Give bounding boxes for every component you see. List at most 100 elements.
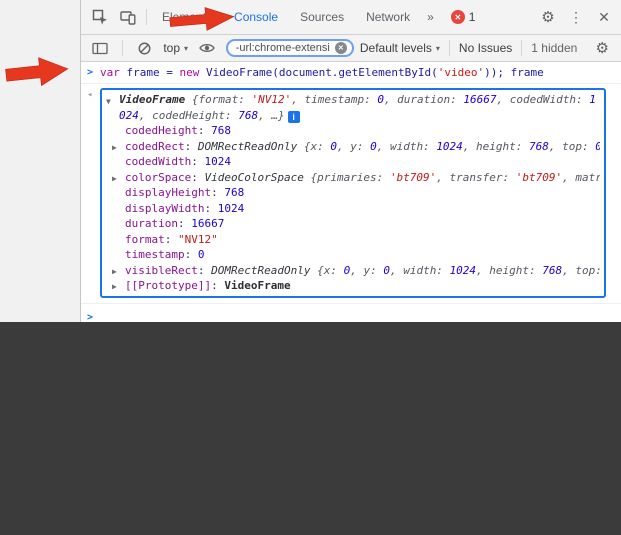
- result-marker-icon: ◂: [87, 90, 93, 100]
- tree-property-row: timestamp: 0: [106, 247, 600, 263]
- property-colon: :: [184, 248, 198, 261]
- property-value: 0: [197, 248, 205, 261]
- expand-arrow-icon[interactable]: ▶: [112, 140, 125, 155]
- command-prompt-icon: >: [87, 67, 94, 78]
- property-value: VideoColorSpace {primaries: 'bt709', tra…: [204, 170, 600, 184]
- tab-label: Console: [234, 9, 279, 24]
- hidden-messages-count[interactable]: 1 hidden: [531, 41, 577, 55]
- devtools-panel: Elements Console Sources Network » ✕ 1 ⚙…: [80, 0, 621, 322]
- tree-property-row: codedWidth: 1024: [106, 154, 600, 170]
- close-devtools-icon[interactable]: ✕: [591, 4, 617, 30]
- more-tabs-icon[interactable]: »: [422, 10, 439, 24]
- clear-console-icon[interactable]: [132, 35, 158, 61]
- expand-arrow-icon[interactable]: ▶: [112, 264, 125, 279]
- console-result-row: ◂ ▼ VideoFrame {format: 'NV12', timestamp…: [81, 84, 621, 304]
- tab-sources[interactable]: Sources: [290, 1, 354, 34]
- object-preview-text: VideoFrame {format: 'NV12', timestamp: 0…: [119, 93, 596, 122]
- info-icon[interactable]: i: [287, 110, 300, 123]
- property-name: timestamp: [125, 248, 185, 261]
- tab-label: Network: [366, 9, 411, 24]
- property-name: colorSpace: [125, 170, 192, 184]
- videoframe-object: ▼ VideoFrame {format: 'NV12', timestamp: …: [100, 88, 606, 298]
- clear-filter-icon[interactable]: ✕: [334, 42, 347, 54]
- device-toolbar-icon[interactable]: [115, 4, 141, 30]
- property-value: DOMRectReadOnly {x: 0, y: 0, width: 1024…: [211, 263, 600, 277]
- property-colon: :: [164, 232, 178, 246]
- tree-property-row: duration: 16667: [106, 216, 600, 232]
- property-value: "NV12": [178, 232, 218, 246]
- log-levels-value: Default levels: [359, 41, 432, 55]
- issues-status[interactable]: No Issues: [459, 41, 512, 55]
- expand-arrow-icon[interactable]: ▶: [112, 279, 125, 294]
- console-messages: > var frame = new VideoFrame(document.ge…: [81, 62, 621, 322]
- command-text: var frame = new VideoFrame(document.getE…: [100, 66, 544, 79]
- tree-property-row: codedHeight: 768: [106, 123, 600, 139]
- error-x-icon: ✕: [450, 10, 465, 24]
- tree-property-row: format: "NV12": [106, 232, 600, 248]
- console-settings-gear-icon[interactable]: ⚙: [589, 35, 615, 61]
- tree-property-row[interactable]: ▶ visibleRect: DOMRectReadOnly {x: 0, y: …: [106, 263, 600, 279]
- tab-network[interactable]: Network: [356, 1, 420, 34]
- error-count: 1: [468, 10, 476, 24]
- kebab-menu-icon[interactable]: ⋮: [563, 4, 589, 30]
- property-colon: :: [204, 201, 218, 215]
- property-name: visibleRect: [125, 263, 198, 277]
- object-preview[interactable]: ▼ VideoFrame {format: 'NV12', timestamp: …: [106, 92, 600, 123]
- console-error-badge[interactable]: ✕ 1: [450, 10, 476, 24]
- console-toolbar: top ▾ -url:chrome-extensi ✕ Default leve…: [81, 35, 621, 62]
- divider: [121, 40, 123, 56]
- devtools-tabbar: Elements Console Sources Network » ✕ 1 ⚙…: [81, 0, 621, 35]
- property-value: 1024: [204, 155, 231, 168]
- property-colon: :: [197, 124, 212, 137]
- property-name: codedHeight: [125, 124, 198, 137]
- console-filter-input[interactable]: -url:chrome-extensi ✕: [225, 39, 354, 57]
- chevron-down-icon: ▾: [184, 43, 189, 53]
- page-background-bottom: [0, 322, 621, 535]
- tab-console[interactable]: Console: [224, 1, 288, 34]
- property-name: duration: [125, 217, 178, 230]
- property-name: format: [125, 232, 165, 246]
- property-colon: :: [191, 155, 205, 168]
- tab-elements[interactable]: Elements: [152, 1, 222, 34]
- log-levels-selector[interactable]: Default levels ▾: [360, 41, 440, 55]
- console-sidebar-toggle-icon[interactable]: [87, 35, 113, 61]
- tree-property-row: displayHeight: 768: [106, 185, 600, 201]
- collapse-arrow-icon[interactable]: ▼: [106, 94, 111, 110]
- property-name: displayWidth: [125, 201, 205, 215]
- property-name: displayHeight: [125, 186, 212, 199]
- property-colon: :: [197, 263, 212, 277]
- tree-property-row[interactable]: ▶ [[Prototype]]: VideoFrame: [106, 278, 600, 294]
- settings-gear-icon[interactable]: ⚙: [535, 4, 561, 30]
- prompt-icon: >: [87, 311, 94, 323]
- tree-property-row: displayWidth: 1024: [106, 201, 600, 217]
- property-colon: :: [211, 186, 225, 199]
- tab-label: Sources: [300, 9, 345, 24]
- object-properties: codedHeight: 768 ▶ codedRect: DOMRectReadO…: [106, 123, 600, 294]
- property-value: 1024: [217, 201, 245, 215]
- console-input-prompt[interactable]: >: [81, 304, 621, 323]
- expand-arrow-icon[interactable]: ▶: [112, 171, 125, 186]
- property-value: 768: [224, 186, 245, 199]
- live-expression-eye-icon[interactable]: [194, 35, 220, 61]
- tree-property-row[interactable]: ▶ colorSpace: VideoColorSpace {primaries:…: [106, 170, 600, 186]
- property-colon: :: [177, 217, 192, 230]
- property-name: codedRect: [125, 139, 185, 153]
- context-selector[interactable]: top ▾: [163, 41, 188, 55]
- property-colon: :: [211, 279, 225, 292]
- property-colon: :: [184, 139, 198, 153]
- page-background-left: [0, 0, 80, 322]
- property-name: [[Prototype]]: [125, 279, 212, 292]
- context-selector-value: top: [163, 41, 181, 55]
- property-value: 768: [211, 124, 231, 137]
- inspect-element-icon[interactable]: [87, 4, 113, 30]
- property-value: 16667: [191, 217, 225, 230]
- console-command-row: > var frame = new VideoFrame(document.ge…: [81, 62, 621, 84]
- tab-label: Elements: [162, 9, 213, 24]
- chevron-down-icon: ▾: [435, 43, 440, 53]
- divider: [448, 40, 450, 56]
- divider: [146, 9, 147, 25]
- divider: [521, 40, 523, 56]
- screenshot-root: Elements Console Sources Network » ✕ 1 ⚙…: [0, 0, 621, 535]
- property-name: codedWidth: [125, 155, 192, 168]
- tree-property-row[interactable]: ▶ codedRect: DOMRectReadOnly {x: 0, y: 0,…: [106, 139, 600, 155]
